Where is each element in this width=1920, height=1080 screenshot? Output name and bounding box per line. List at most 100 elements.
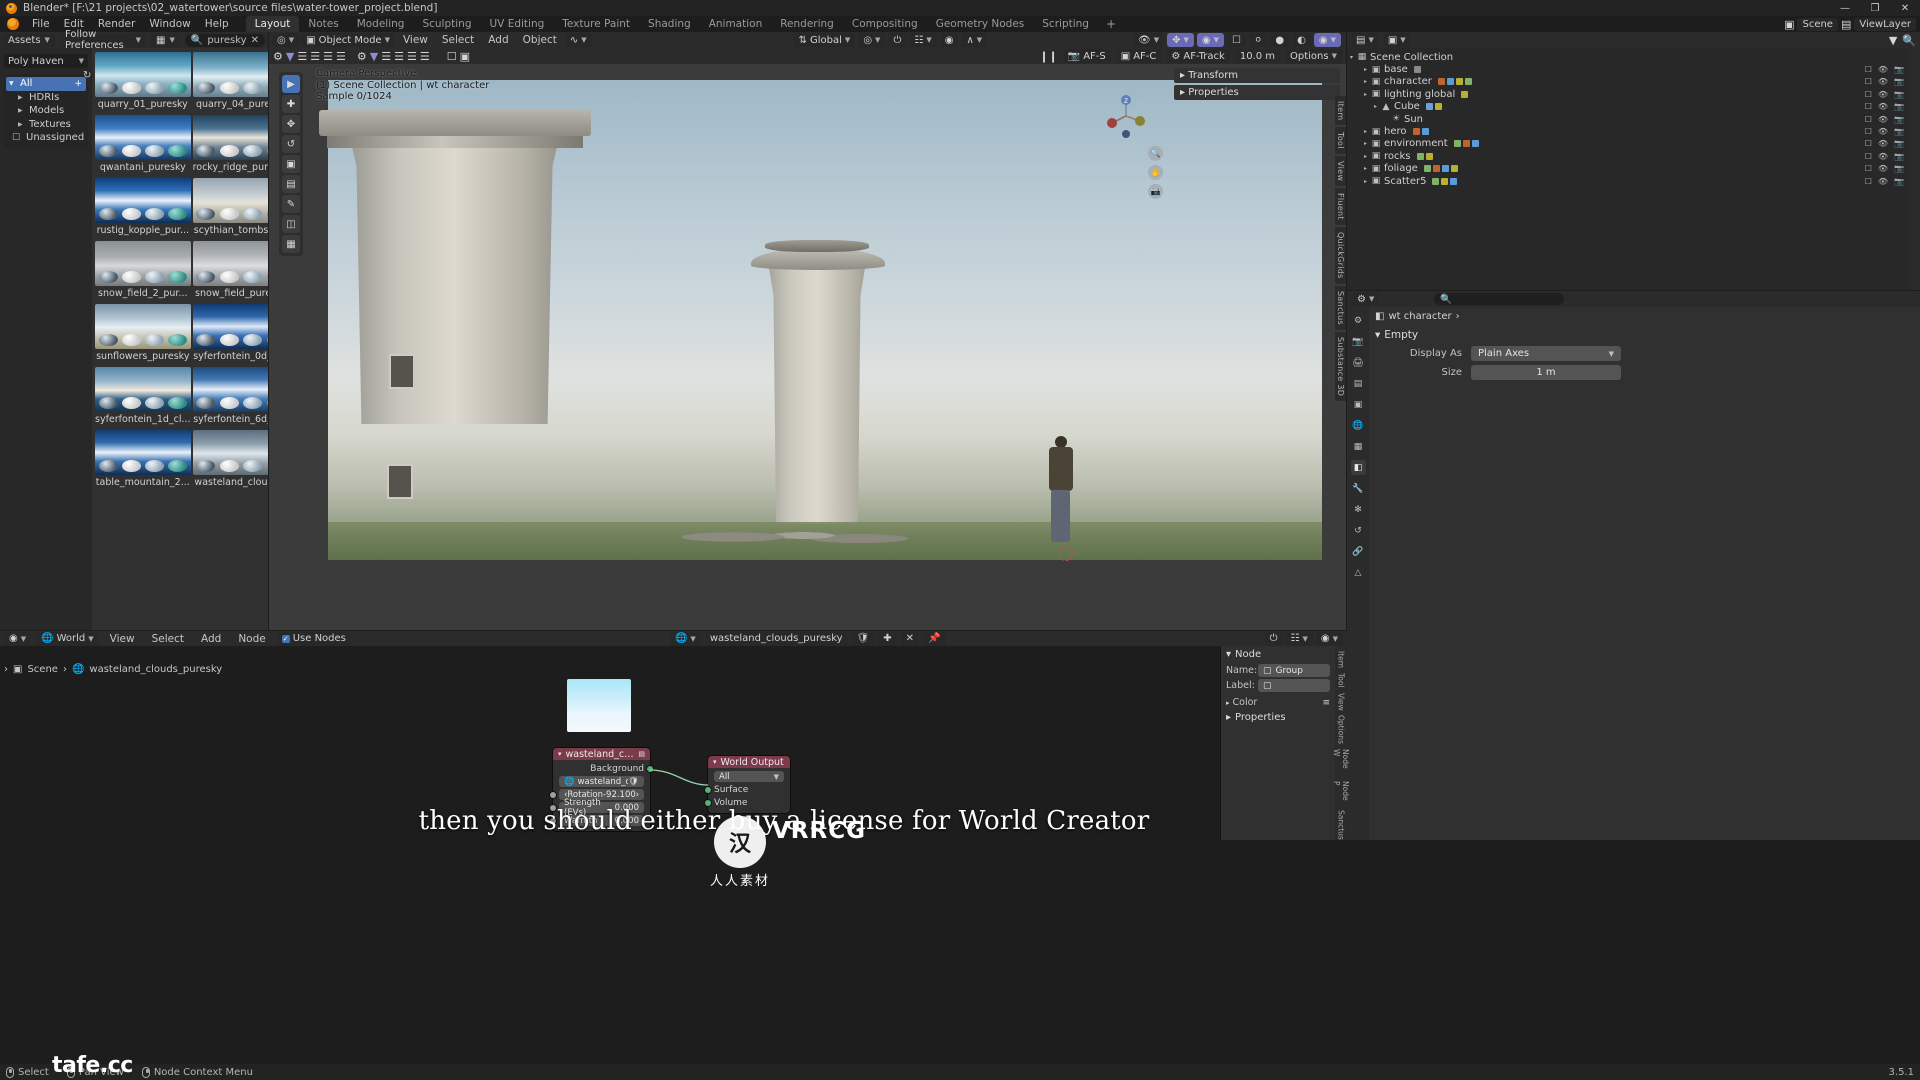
asset-item[interactable]: qwantani_puresky: [95, 115, 191, 177]
datablock-chip-icon[interactable]: [1461, 90, 1469, 98]
snap-settings[interactable]: ☷ ▼: [909, 33, 937, 47]
sidebar-row-color[interactable]: ▸ Color ≡: [1221, 693, 1335, 709]
asset-item[interactable]: snow_field_2_pur...: [95, 241, 191, 303]
tab-animation[interactable]: Animation: [700, 16, 772, 32]
datablock-chip-icon[interactable]: [1471, 140, 1479, 148]
camera-icon[interactable]: 📷: [1894, 127, 1904, 136]
snap-toggle[interactable]: ⏻: [888, 33, 907, 47]
node-menu-icon[interactable]: ▤: [638, 750, 645, 758]
tool-annotate[interactable]: ✎: [282, 195, 300, 213]
select-box-icon[interactable]: ☐: [447, 50, 457, 63]
new-world-icon[interactable]: ✚: [878, 631, 897, 646]
tab-texture-paint[interactable]: Texture Paint: [553, 16, 639, 32]
asset-grid[interactable]: quarry_01_puresky quarry_04_pureskyqwanta…: [92, 48, 268, 630]
pivot-point-selector[interactable]: ◎ ▼: [858, 33, 886, 47]
viewport-canvas[interactable]: ▶ ✚ ✥ ↺ ▣ ▤ ✎ ◫ ▦ Camera Perspective (1)…: [269, 64, 1346, 630]
prop-tab-viewlayer[interactable]: ▤: [1351, 376, 1366, 391]
prop-tab-physics[interactable]: ↺: [1351, 523, 1366, 538]
datablock-chip-icon[interactable]: [1441, 165, 1449, 173]
properties-search-input[interactable]: 🔍: [1434, 293, 1565, 305]
zoom-icon[interactable]: 🔍: [1148, 146, 1163, 161]
asset-item[interactable]: scythian_tombs_p...: [192, 178, 268, 240]
panel-transform[interactable]: ▸ Transform: [1174, 68, 1340, 83]
outliner-row[interactable]: ▸ ▣ hero ☐ 👁 📷: [1347, 125, 1908, 137]
node-side-tab[interactable]: Node W: [1332, 749, 1350, 776]
collapse-icon[interactable]: ▾: [558, 750, 562, 758]
list-icon-3[interactable]: ☰: [323, 50, 333, 63]
blender-menu-icon[interactable]: [7, 18, 19, 30]
asset-library-selector[interactable]: Poly Haven ▼: [4, 54, 88, 68]
checkbox-icon[interactable]: ☐: [1865, 90, 1872, 99]
datablock-chip-icon[interactable]: [1437, 78, 1445, 86]
asset-item[interactable]: wasteland_clouds...: [192, 430, 268, 492]
node-side-tab[interactable]: View: [1337, 693, 1346, 711]
datablock-chip-icon[interactable]: [1441, 177, 1449, 185]
gizmo-toggle[interactable]: ✥ ▼: [1167, 33, 1194, 47]
eye-icon[interactable]: 👁: [1878, 152, 1888, 161]
datablock-chip-icon[interactable]: [1416, 152, 1424, 160]
viewlayer-selector[interactable]: ViewLayer: [1854, 17, 1916, 31]
color-list-icon[interactable]: ≡: [1322, 698, 1330, 708]
camera-icon[interactable]: 📷: [1894, 115, 1904, 124]
tool-cursor[interactable]: ✚: [282, 95, 300, 113]
tab-uv-editing[interactable]: UV Editing: [481, 16, 554, 32]
input-socket-rotation[interactable]: [550, 792, 556, 798]
tool-transform[interactable]: ▤: [282, 175, 300, 193]
editor-type-selector[interactable]: ⚙ ▼: [1352, 292, 1380, 306]
datablock-chip-icon[interactable]: [1464, 78, 1472, 86]
list-icon-5[interactable]: ☰: [381, 50, 391, 63]
checkbox-icon[interactable]: ☐: [1865, 102, 1872, 111]
pin-icon[interactable]: 📌: [923, 631, 946, 646]
tab-rendering[interactable]: Rendering: [771, 16, 843, 32]
breadcrumb-scene[interactable]: Scene: [27, 664, 58, 675]
node-menu-view[interactable]: View: [104, 633, 141, 645]
shield-icon[interactable]: 🛡: [851, 631, 875, 646]
prop-tab-world[interactable]: 🌐: [1351, 418, 1366, 433]
viewport-menu-select[interactable]: Select: [436, 34, 480, 46]
list-icon-2[interactable]: ☰: [310, 50, 320, 63]
datablock-chip-icon[interactable]: [1453, 140, 1461, 148]
tab-shading[interactable]: Shading: [639, 16, 700, 32]
prop-tab-particles[interactable]: ✻: [1351, 502, 1366, 517]
outliner-row-scene-collection[interactable]: ▾ ▦ Scene Collection: [1347, 51, 1908, 63]
camera-icon[interactable]: 📷: [1894, 102, 1904, 111]
triangle-right-icon[interactable]: ▸: [1361, 165, 1370, 172]
gear-icon-2[interactable]: ⚙: [357, 50, 367, 63]
node-menu-node[interactable]: Node: [232, 633, 271, 645]
catalog-item-textures[interactable]: ▶ Textures: [4, 118, 88, 132]
tool-select-box[interactable]: ▶: [282, 75, 300, 93]
checkbox-icon[interactable]: ☐: [1865, 139, 1872, 148]
datablock-chip-icon[interactable]: [1432, 165, 1440, 173]
list-icon-7[interactable]: ☰: [407, 50, 417, 63]
node-side-tab[interactable]: Options: [1337, 715, 1346, 744]
tab-geometry-nodes[interactable]: Geometry Nodes: [927, 16, 1034, 32]
editor-type-selector[interactable]: ▤ ▼: [1351, 33, 1379, 47]
name-field[interactable]: ▢ Group: [1258, 664, 1330, 677]
asset-item[interactable]: snow_field_puresky: [192, 241, 268, 303]
datablock-chip-icon[interactable]: [1455, 78, 1463, 86]
region-tab-item[interactable]: Item: [1335, 96, 1346, 126]
checkbox-icon[interactable]: ☐: [1865, 177, 1872, 186]
refresh-library-icon[interactable]: ↻: [83, 70, 91, 81]
eye-icon[interactable]: 👁: [1878, 177, 1888, 186]
tool-rotate[interactable]: ↺: [282, 135, 300, 153]
region-tab-substance3d[interactable]: Substance 3D: [1335, 331, 1346, 401]
camera-icon[interactable]: 📷: [1894, 152, 1904, 161]
node-side-tab[interactable]: Node P: [1332, 781, 1350, 805]
triangle-right-icon[interactable]: ▸: [1361, 178, 1370, 185]
prop-tab-modifier[interactable]: 🔧: [1351, 481, 1366, 496]
collapse-icon[interactable]: ▾: [713, 758, 717, 766]
node-header[interactable]: ▾ wasteland_clouds_pur... ▤: [553, 748, 650, 760]
camera-icon[interactable]: 📷: [1894, 164, 1904, 173]
datablock-chip-icon[interactable]: [1413, 66, 1421, 74]
outliner-row[interactable]: ▸ ▣ character ☐ 👁 📷: [1347, 76, 1908, 88]
clear-search-icon[interactable]: ✕: [251, 35, 259, 46]
tab-modeling[interactable]: Modeling: [348, 16, 414, 32]
eye-icon[interactable]: 👁: [1878, 139, 1888, 148]
asset-search-input[interactable]: 🔍 puresky ✕: [184, 33, 265, 47]
triangle-right-icon[interactable]: ▸: [1361, 91, 1370, 98]
list-icon-1[interactable]: ☰: [297, 50, 307, 63]
checkbox-icon[interactable]: ☐: [1865, 77, 1872, 86]
eye-icon[interactable]: 👁: [1878, 127, 1888, 136]
datablock-chip-icon[interactable]: [1421, 128, 1429, 136]
